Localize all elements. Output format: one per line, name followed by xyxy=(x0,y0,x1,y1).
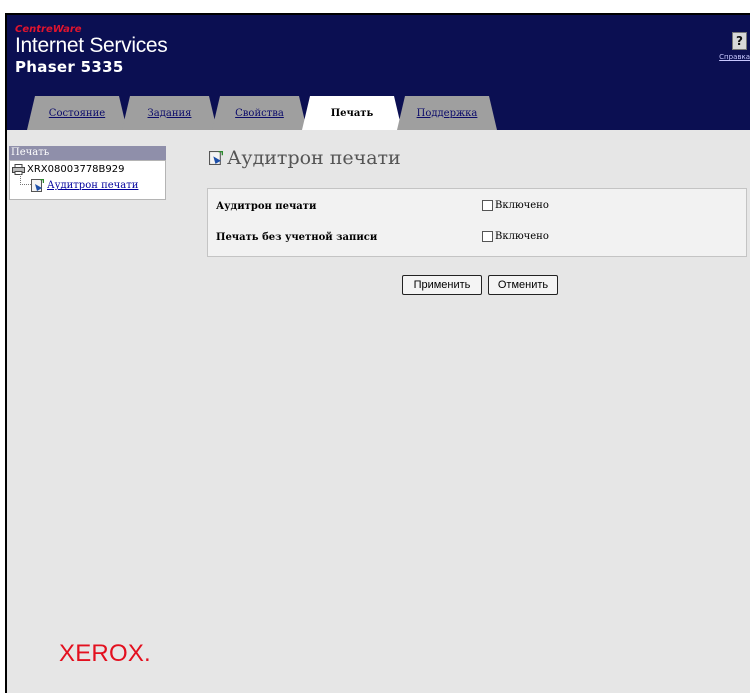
help-link[interactable]: Справка xyxy=(719,53,750,61)
tree-item-print-auditron-label: Аудитрон печати xyxy=(47,180,139,191)
page-title-text: Аудитрон печати xyxy=(227,147,401,169)
no-account-print-checkbox[interactable] xyxy=(482,231,493,242)
printer-model: Phaser 5335 xyxy=(15,58,124,76)
page-title: Аудитрон печати xyxy=(209,147,401,169)
sidebar-tree: XRX08003778B929 Аудитрон печати xyxy=(9,160,166,200)
app-frame: CentreWare Internet Services Phaser 5335… xyxy=(5,13,750,693)
print-auditron-checkbox[interactable] xyxy=(482,200,493,211)
tab-print[interactable]: Печать xyxy=(302,96,402,130)
tree-item-printer-label: XRX08003778B929 xyxy=(27,164,125,175)
tab-properties[interactable]: Свойства xyxy=(212,96,307,130)
brand-internet-services: Internet Services xyxy=(15,34,168,57)
document-icon xyxy=(209,151,223,165)
no-account-print-checkbox-label: Включено xyxy=(495,231,549,242)
tab-support[interactable]: Поддержка xyxy=(397,96,497,130)
header-banner: CentreWare Internet Services Phaser 5335… xyxy=(7,15,750,130)
brand-logo: CentreWare Internet Services Phaser 5335 xyxy=(15,25,168,77)
tree-connector xyxy=(20,174,31,185)
apply-button[interactable]: Применить xyxy=(402,275,482,295)
sidebar-header: Печать xyxy=(9,146,166,160)
no-account-print-toggle[interactable]: Включено xyxy=(482,231,549,242)
cancel-button[interactable]: Отменить xyxy=(488,275,558,295)
settings-panel: Аудитрон печати Включено Печать без учет… xyxy=(207,188,747,257)
print-auditron-label: Аудитрон печати xyxy=(216,201,317,212)
xerox-logo: XEROX. xyxy=(59,640,151,667)
no-account-print-label: Печать без учетной записи xyxy=(216,232,378,243)
tab-status[interactable]: Состояние xyxy=(27,96,127,130)
tree-item-print-auditron[interactable]: Аудитрон печати xyxy=(31,179,138,192)
tab-jobs[interactable]: Задания xyxy=(122,96,217,130)
print-auditron-checkbox-label: Включено xyxy=(495,200,549,211)
content-area: Печать XRX08003778B929 Аудитрон печати А… xyxy=(7,130,750,693)
document-icon xyxy=(31,179,44,192)
help-icon[interactable]: ? xyxy=(732,32,747,50)
print-auditron-toggle[interactable]: Включено xyxy=(482,200,549,211)
